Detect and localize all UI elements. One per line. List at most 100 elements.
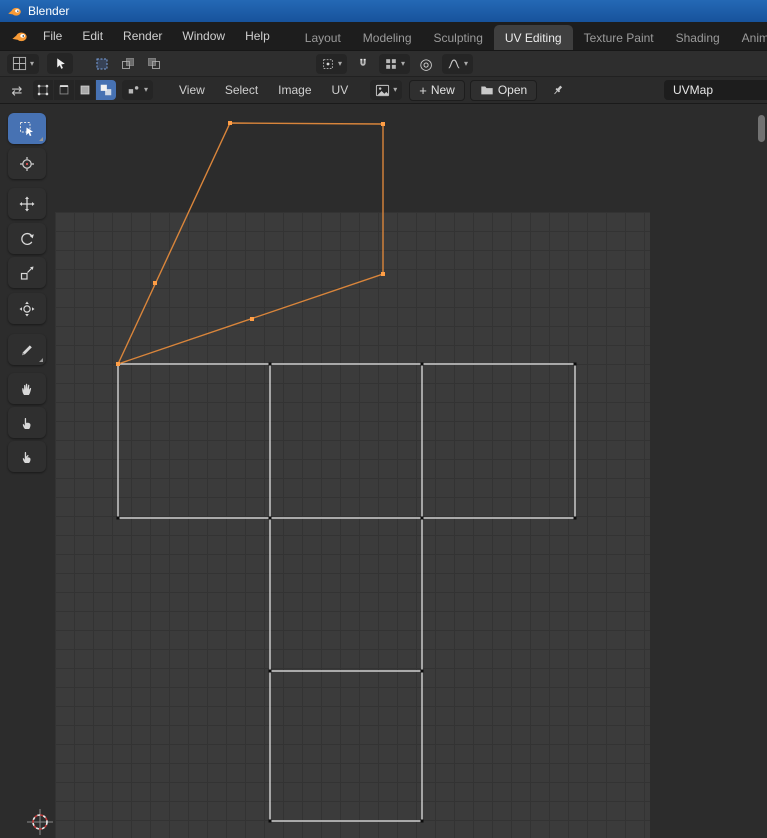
island-select-icon xyxy=(99,83,113,97)
window-titlebar: Blender xyxy=(0,0,767,22)
editor-type-dropdown[interactable]: ▾ xyxy=(7,53,40,74)
menu-render[interactable]: Render xyxy=(113,22,172,50)
magnet-icon xyxy=(356,57,370,71)
menu-view[interactable]: View xyxy=(169,83,215,97)
open-button-label: Open xyxy=(497,83,528,97)
tool-transform-button[interactable] xyxy=(8,293,46,324)
tool-select-box-button[interactable] xyxy=(8,113,46,144)
chevron-down-icon: ▾ xyxy=(144,85,149,94)
plus-icon: + xyxy=(419,82,427,98)
tab-animation[interactable]: Animation xyxy=(731,25,767,50)
chevron-down-icon: ▾ xyxy=(393,85,398,94)
sticky-selection-icon xyxy=(127,83,141,97)
select-cursor-icon xyxy=(53,56,68,71)
uv-editor-canvas[interactable] xyxy=(0,103,767,838)
tab-texture-paint[interactable]: Texture Paint xyxy=(573,25,665,50)
select-subtract-icon xyxy=(147,57,161,71)
menu-select[interactable]: Select xyxy=(215,83,268,97)
window-title: Blender xyxy=(28,4,70,18)
scale-icon xyxy=(19,265,35,281)
cursor-tool-icon xyxy=(19,156,35,172)
chevron-down-icon: ▾ xyxy=(464,59,469,68)
falloff-dropdown[interactable]: ▾ xyxy=(442,54,474,74)
chevron-down-icon: ▾ xyxy=(401,59,406,68)
uv-select-mode-group xyxy=(33,80,116,100)
snap-proportional-cluster: ▾ ▾ ◎ ▾ xyxy=(316,54,474,74)
image-icon xyxy=(375,83,390,98)
sync-select-icon: ⇄ xyxy=(11,82,23,98)
menu-uv[interactable]: UV xyxy=(322,83,359,97)
tool-move-button[interactable] xyxy=(8,188,46,219)
proportional-editing-icon: ◎ xyxy=(419,55,433,73)
uv-select-island-button[interactable] xyxy=(96,80,116,100)
uv-editor-icon xyxy=(12,56,27,71)
pin-icon xyxy=(551,83,565,97)
tool-annotate-button[interactable] xyxy=(8,334,46,365)
blender-logo-icon xyxy=(11,28,28,45)
tool-rotate-button[interactable] xyxy=(8,223,46,254)
chevron-down-icon: ▾ xyxy=(338,59,343,68)
snap-toggle-button[interactable] xyxy=(352,54,374,74)
relax-finger-icon xyxy=(19,415,35,431)
image-open-button[interactable]: Open xyxy=(469,79,538,101)
falloff-curve-icon xyxy=(447,57,461,71)
select-op-new-button[interactable] xyxy=(91,54,113,74)
pinch-finger-icon xyxy=(19,449,35,465)
tool-2d-cursor-button[interactable] xyxy=(8,148,46,179)
tool-relax-button[interactable] xyxy=(8,407,46,438)
new-button-label: New xyxy=(430,83,455,97)
snap-with-dropdown[interactable]: ▾ xyxy=(379,54,411,74)
tool-settings-bar: ▾ ▾ ▾ ◎ ▾ xyxy=(0,50,767,76)
menu-edit[interactable]: Edit xyxy=(72,22,113,50)
active-tool-button[interactable] xyxy=(47,53,74,74)
tab-sculpting[interactable]: Sculpting xyxy=(423,25,494,50)
pin-toggle-button[interactable] xyxy=(547,80,569,100)
menu-image[interactable]: Image xyxy=(268,83,321,97)
image-browse-dropdown[interactable]: ▾ xyxy=(370,80,403,100)
uv-map-name-field[interactable]: UVMap xyxy=(664,80,767,100)
transform-icon xyxy=(19,301,35,317)
snap-increment-icon xyxy=(384,57,398,71)
pivot-point-dropdown[interactable]: ▾ xyxy=(316,54,348,74)
select-box-icon xyxy=(19,121,35,137)
uv-grid-area xyxy=(55,212,650,838)
select-new-icon xyxy=(95,57,109,71)
uv-map-name: UVMap xyxy=(673,83,714,97)
folder-icon xyxy=(480,83,494,97)
edge-select-icon xyxy=(57,83,71,97)
tab-layout[interactable]: Layout xyxy=(294,25,352,50)
uv-select-edge-button[interactable] xyxy=(54,80,74,100)
tool-grab-button[interactable] xyxy=(8,373,46,404)
move-icon xyxy=(19,196,35,212)
tab-uv-editing[interactable]: UV Editing xyxy=(493,25,573,50)
annotate-pencil-icon xyxy=(19,342,35,358)
select-operation-group xyxy=(91,54,165,74)
blender-menu-button[interactable] xyxy=(6,28,33,45)
tool-pinch-button[interactable] xyxy=(8,441,46,472)
face-select-icon xyxy=(78,83,92,97)
tab-shading[interactable]: Shading xyxy=(665,25,731,50)
select-op-extend-button[interactable] xyxy=(117,54,139,74)
workspace-tabs: Layout Modeling Sculpting UV Editing Tex… xyxy=(294,22,767,50)
menu-help[interactable]: Help xyxy=(235,22,280,50)
uv-select-face-button[interactable] xyxy=(75,80,95,100)
vertex-select-icon xyxy=(36,83,50,97)
image-new-button[interactable]: + New xyxy=(409,79,465,101)
rotate-icon xyxy=(19,231,35,247)
menu-file[interactable]: File xyxy=(33,22,72,50)
tool-scale-button[interactable] xyxy=(8,257,46,288)
pivot-point-icon xyxy=(321,57,335,71)
select-op-subtract-button[interactable] xyxy=(143,54,165,74)
sticky-selection-dropdown[interactable]: ▾ xyxy=(122,80,154,100)
vertical-scrollbar[interactable] xyxy=(758,115,765,142)
tab-modeling[interactable]: Modeling xyxy=(352,25,423,50)
chevron-down-icon: ▾ xyxy=(30,58,35,68)
top-bar: File Edit Render Window Help Layout Mode… xyxy=(0,22,767,50)
blender-app-icon xyxy=(7,4,22,19)
proportional-editing-toggle[interactable]: ◎ xyxy=(415,54,437,74)
editor-menus: View Select Image UV xyxy=(169,83,358,97)
uv-select-vertex-button[interactable] xyxy=(33,80,53,100)
uv-sync-select-toggle[interactable]: ⇄ xyxy=(6,80,28,100)
select-extend-icon xyxy=(121,57,135,71)
menu-window[interactable]: Window xyxy=(172,22,235,50)
